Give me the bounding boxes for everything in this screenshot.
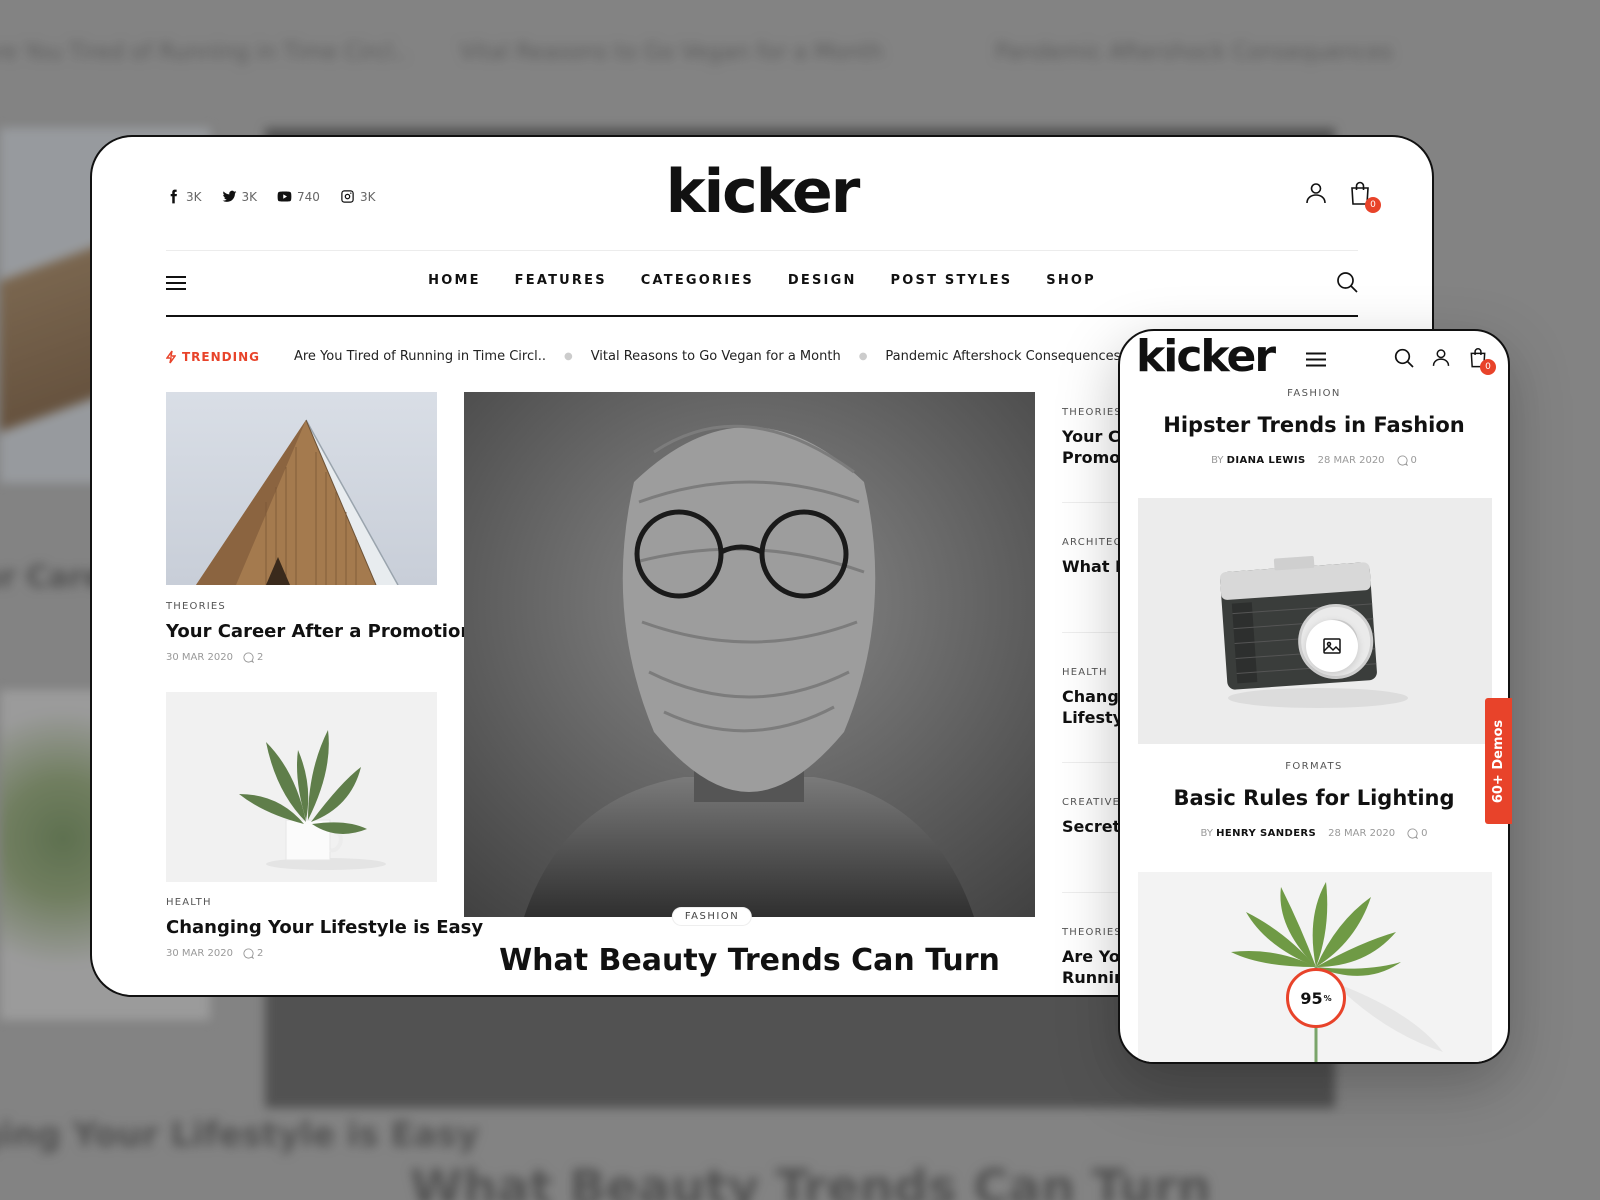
post-image-plant[interactable]	[166, 692, 437, 882]
nav-features[interactable]: FEATURES	[515, 273, 607, 288]
post-image-building[interactable]	[166, 392, 437, 585]
comment-count[interactable]: 0	[1407, 828, 1427, 839]
post-date: 28 MAR 2020	[1317, 455, 1385, 466]
masked-portrait-image	[464, 392, 1035, 917]
post-category[interactable]: THEORIES	[166, 601, 226, 612]
nav-shop[interactable]: SHOP	[1046, 273, 1096, 288]
post-date: 28 MAR 2020	[1328, 828, 1396, 839]
account-icon[interactable]	[1431, 347, 1451, 368]
nav-post-styles[interactable]: POST STYLES	[891, 273, 1013, 288]
comment-count[interactable]: 2	[243, 652, 263, 663]
demos-side-tab[interactable]: 60+ Demos	[1485, 698, 1512, 824]
cart-button[interactable]: 0	[1468, 346, 1496, 375]
trending-item[interactable]: Are You Tired of Running in Time Circl..	[294, 349, 546, 364]
nav-home[interactable]: HOME	[428, 273, 481, 288]
trending-bar: TRENDING Are You Tired of Running in Tim…	[166, 349, 1120, 364]
comment-count[interactable]: 0	[1397, 455, 1417, 466]
camera-image	[1138, 498, 1492, 744]
building-image	[166, 392, 437, 585]
post-meta: BY HENRY SANDERS 28 MAR 2020 0	[1200, 828, 1428, 839]
comment-count[interactable]: 2	[243, 948, 263, 959]
menu-icon[interactable]	[1306, 352, 1326, 367]
cart-count-badge: 0	[1365, 197, 1381, 213]
image-icon	[1323, 638, 1341, 654]
trending-separator: ●	[858, 351, 868, 362]
post-date: 30 MAR 2020	[166, 652, 233, 663]
post-meta: 30 MAR 2020 2	[166, 652, 263, 663]
post-title[interactable]: Changing Your Lifestyle is Easy	[166, 917, 483, 938]
nav-categories[interactable]: CATEGORIES	[641, 273, 754, 288]
header-divider	[166, 250, 1358, 251]
review-score: 95	[1300, 988, 1323, 1008]
post-title[interactable]: Basic Rules for Lighting	[1120, 786, 1508, 810]
image-format-badge	[1306, 620, 1358, 672]
cart-button[interactable]: 0	[1348, 180, 1381, 213]
side-divider	[1062, 762, 1122, 763]
site-logo[interactable]: kicker	[92, 157, 1432, 227]
hero-title[interactable]: What Beauty Trends Can Turn	[464, 943, 1035, 978]
trending-label: TRENDING	[166, 350, 260, 364]
comment-icon	[1397, 455, 1408, 466]
lightning-icon	[166, 350, 176, 363]
review-score-badge: 95%	[1286, 968, 1346, 1028]
cart-count-badge: 0	[1480, 359, 1496, 375]
side-divider	[1062, 632, 1122, 633]
post-image-leaf[interactable]: 95%	[1138, 872, 1492, 1062]
post-date: 30 MAR 2020	[166, 948, 233, 959]
comment-icon	[243, 652, 254, 663]
search-icon[interactable]	[1394, 348, 1414, 368]
comment-icon	[243, 948, 254, 959]
side-divider	[1062, 892, 1122, 893]
plant-image	[166, 692, 437, 882]
mobile-header: kicker 0	[1120, 331, 1508, 383]
post-title[interactable]: Hipster Trends in Fashion	[1120, 413, 1508, 437]
post-meta: 30 MAR 2020 2	[166, 948, 263, 959]
trending-separator: ●	[563, 351, 573, 362]
mobile-mockup: kicker 0 FASHION Hipster Trends in Fashi…	[1118, 329, 1510, 1064]
post-image-camera[interactable]	[1138, 498, 1492, 744]
comment-icon	[1407, 828, 1419, 839]
search-icon[interactable]	[1336, 271, 1358, 293]
trending-item[interactable]: Pandemic Aftershock Consequences	[885, 349, 1120, 364]
demos-tab-label: 60+ Demos	[1491, 719, 1506, 803]
post-title[interactable]: Your Career After a Promotion	[166, 621, 473, 642]
side-divider	[1062, 502, 1122, 503]
account-icon[interactable]	[1304, 181, 1328, 205]
trending-item[interactable]: Vital Reasons to Go Vegan for a Month	[591, 349, 841, 364]
post-meta: BY DIANA LEWIS 28 MAR 2020 0	[1211, 455, 1417, 466]
main-navigation: HOME FEATURES CATEGORIES DESIGN POST STY…	[92, 273, 1432, 288]
post-category[interactable]: FORMATS	[1120, 761, 1508, 772]
post-category[interactable]: FASHION	[1120, 388, 1508, 399]
mobile-site-logo[interactable]: kicker	[1136, 331, 1276, 382]
post-author[interactable]: DIANA LEWIS	[1227, 455, 1306, 466]
hero-image[interactable]	[464, 392, 1035, 917]
hero-category-badge[interactable]: FASHION	[672, 908, 752, 925]
post-category[interactable]: HEALTH	[166, 897, 212, 908]
nav-bottom-rule	[166, 315, 1358, 317]
nav-design[interactable]: DESIGN	[788, 273, 857, 288]
post-author[interactable]: HENRY SANDERS	[1216, 828, 1316, 839]
